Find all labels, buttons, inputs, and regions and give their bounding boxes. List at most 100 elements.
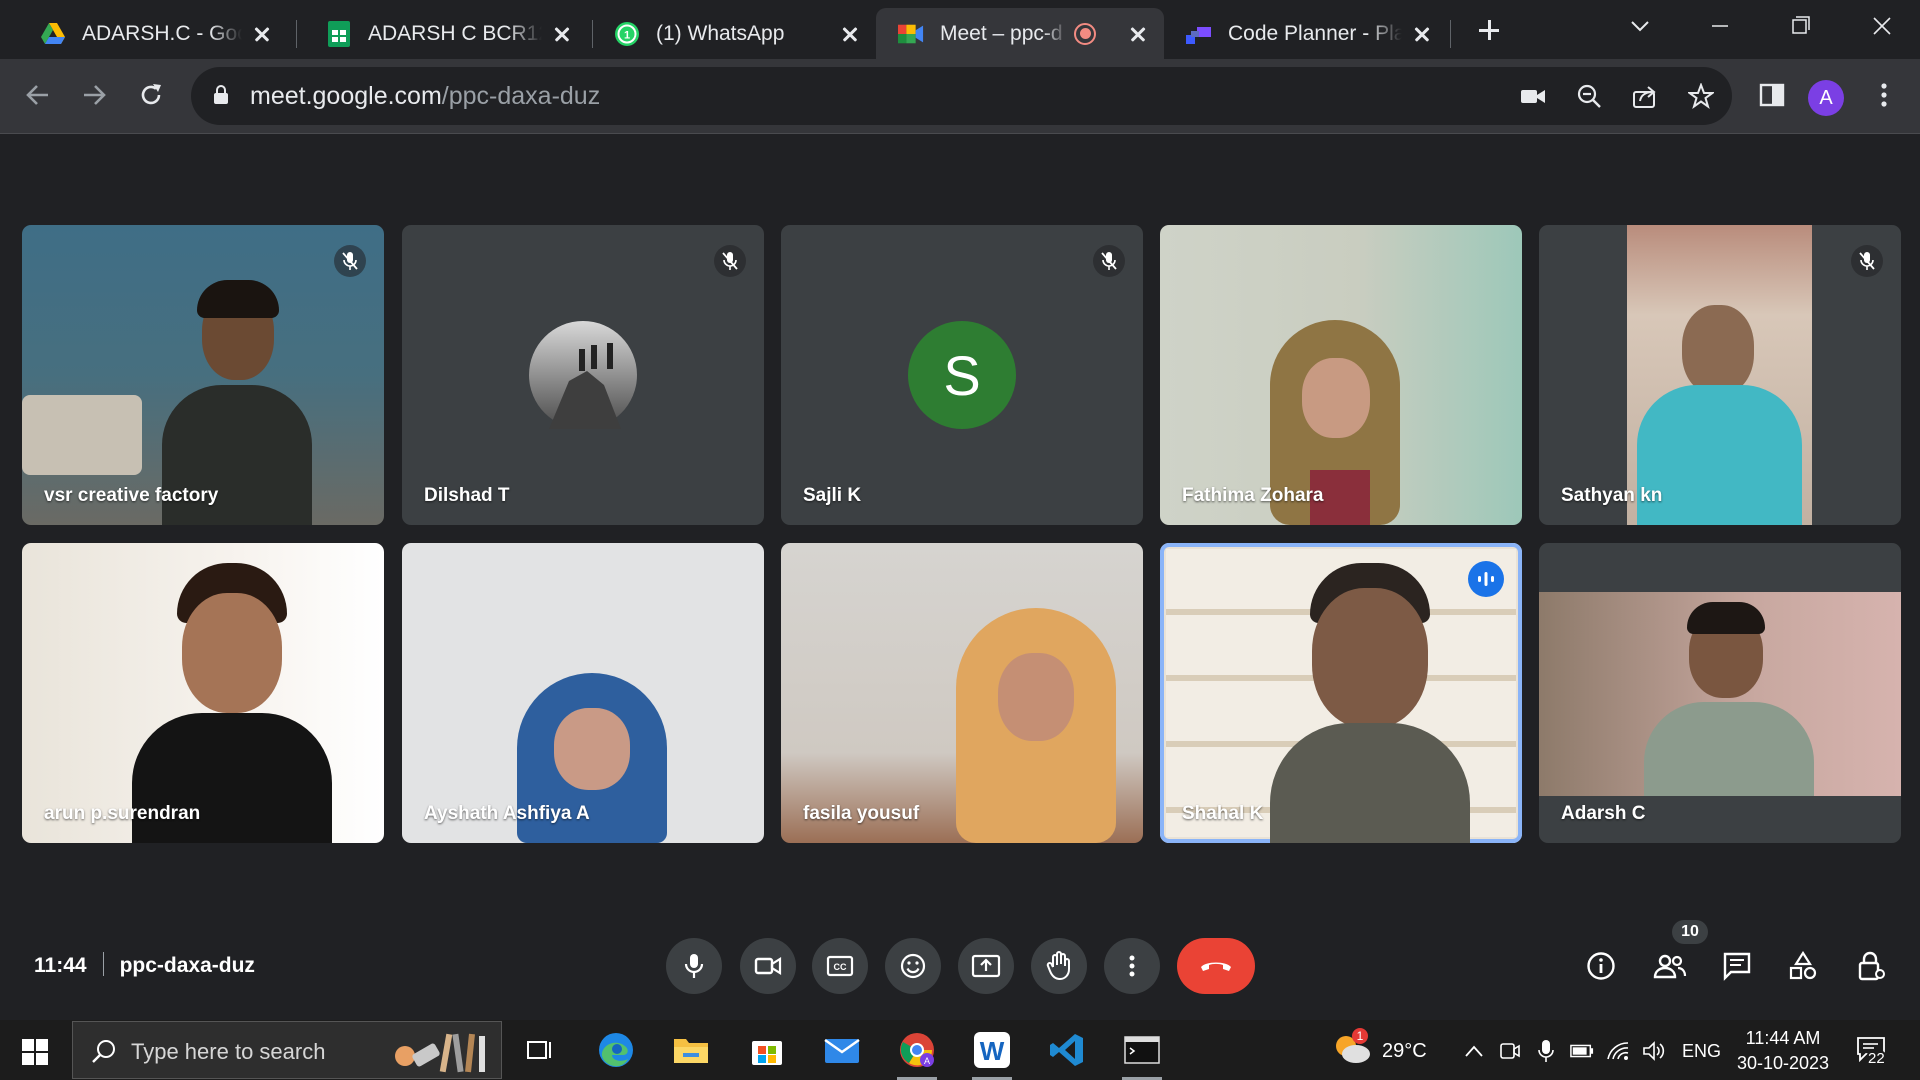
letter-avatar: S xyxy=(908,321,1016,429)
new-tab-plus-icon[interactable] xyxy=(1473,14,1505,46)
more-options-button[interactable] xyxy=(1104,938,1160,994)
participant-tile[interactable]: S Sajli K xyxy=(781,225,1143,525)
chrome-taskbar-icon[interactable]: A xyxy=(893,1026,941,1080)
windows-start-icon[interactable] xyxy=(22,1039,48,1070)
code-planner-icon xyxy=(1186,21,1212,47)
svg-text:W: W xyxy=(980,1036,1005,1066)
tab-code-planner[interactable]: Code Planner - Pla xyxy=(1164,8,1448,59)
microphone-tray-icon[interactable] xyxy=(1534,1039,1558,1063)
participant-name: Sathyan kn xyxy=(1561,485,1663,506)
zoom-out-icon[interactable] xyxy=(1573,80,1605,112)
people-icon[interactable] xyxy=(1650,946,1690,986)
side-panel-icon[interactable] xyxy=(1752,75,1792,115)
file-explorer-icon[interactable] xyxy=(667,1026,715,1074)
tab-whatsapp[interactable]: 1 (1) WhatsApp xyxy=(592,8,876,59)
back-arrow-icon[interactable] xyxy=(18,75,58,115)
restore-icon[interactable] xyxy=(1780,10,1820,42)
tab-close-icon[interactable] xyxy=(550,22,574,46)
participant-tile[interactable]: vsr creative factory xyxy=(22,225,384,525)
tab-title: ADARSH C BCR12 xyxy=(368,21,542,45)
tab-title: ADARSH.C - Goog xyxy=(82,21,242,45)
reactions-button[interactable] xyxy=(885,938,941,994)
speaking-indicator-icon xyxy=(1468,561,1504,597)
taskbar-clock[interactable]: 11:44 AM 30-10-2023 xyxy=(1730,1024,1836,1076)
weather-alert-badge: 1 xyxy=(1352,1028,1368,1044)
task-view-icon[interactable] xyxy=(516,1026,564,1074)
host-controls-lock-icon[interactable] xyxy=(1851,946,1891,986)
participant-tile[interactable]: fasila yousuf xyxy=(781,543,1143,843)
bookmark-star-icon[interactable] xyxy=(1685,80,1717,112)
tab-search-chevron-down-icon[interactable] xyxy=(1620,10,1660,42)
show-hidden-icons-chevron-up-icon[interactable] xyxy=(1462,1039,1486,1063)
participant-tile-active-speaker[interactable]: Shahal K xyxy=(1160,543,1522,843)
address-bar[interactable]: meet.google.com/ppc-daxa-duz xyxy=(191,67,1732,125)
notification-center-icon[interactable]: 22 xyxy=(1856,1036,1890,1067)
meeting-code: ppc-daxa-duz xyxy=(119,954,255,977)
tab-close-icon[interactable] xyxy=(1410,22,1434,46)
search-highlight-tools-icon xyxy=(391,1028,495,1079)
minimize-icon[interactable] xyxy=(1700,10,1740,42)
tab-divider xyxy=(296,20,297,48)
share-icon[interactable] xyxy=(1629,80,1661,112)
wifi-icon[interactable] xyxy=(1606,1039,1630,1063)
weather-temperature: 29°C xyxy=(1382,1040,1427,1062)
close-window-icon[interactable] xyxy=(1862,10,1902,42)
tab-google-meet[interactable]: Meet – ppc-d xyxy=(876,8,1164,59)
captions-button[interactable]: CC xyxy=(812,938,868,994)
whatsapp-icon: 1 xyxy=(614,21,640,47)
edge-browser-icon[interactable] xyxy=(592,1026,640,1074)
google-drive-icon xyxy=(40,21,66,47)
participant-tile[interactable]: Adarsh C xyxy=(1539,543,1901,843)
tab-divider xyxy=(1450,20,1451,48)
profile-photo-avatar xyxy=(529,321,637,429)
terminal-icon[interactable] xyxy=(1118,1026,1166,1080)
leave-call-button[interactable] xyxy=(1177,938,1255,994)
participant-name: Shahal K xyxy=(1182,803,1264,824)
weather-widget[interactable]: 1 29°C xyxy=(1332,1028,1432,1070)
mic-muted-icon xyxy=(714,245,746,277)
input-language[interactable]: ENG xyxy=(1682,1041,1721,1062)
taskbar-search-box[interactable]: Type here to search xyxy=(72,1021,502,1079)
participant-tile[interactable]: Dilshad T xyxy=(402,225,764,525)
tab-close-icon[interactable] xyxy=(1126,22,1150,46)
meeting-details-info-icon[interactable] xyxy=(1581,946,1621,986)
reload-icon[interactable] xyxy=(131,75,171,115)
forward-arrow-icon[interactable] xyxy=(74,75,114,115)
meeting-time: 11:44 xyxy=(34,954,87,977)
raise-hand-button[interactable] xyxy=(1031,938,1087,994)
mic-muted-icon xyxy=(1851,245,1883,277)
participant-name: Fathima Zohara xyxy=(1182,485,1324,506)
mic-muted-icon xyxy=(334,245,366,277)
participant-tile[interactable]: Fathima Zohara xyxy=(1160,225,1522,525)
camera-button[interactable] xyxy=(740,938,796,994)
activities-icon[interactable] xyxy=(1783,946,1823,986)
profile-avatar[interactable]: A xyxy=(1808,80,1844,116)
volume-icon[interactable] xyxy=(1642,1039,1666,1063)
clock-date: 30-10-2023 xyxy=(1736,1053,1830,1073)
participant-tile[interactable]: Ayshath Ashfiya A xyxy=(402,543,764,843)
browser-tab-strip: ADARSH.C - Goog ADARSH C BCR12 1 (1) Wha… xyxy=(0,0,1920,59)
participant-count-badge: 10 xyxy=(1672,920,1708,944)
camera-in-use-icon[interactable] xyxy=(1517,80,1549,112)
participant-video xyxy=(1270,563,1470,843)
tab-title: Meet – ppc-d xyxy=(940,21,1063,45)
microphone-button[interactable] xyxy=(666,938,722,994)
tab-title: (1) WhatsApp xyxy=(656,21,785,45)
word-web-icon[interactable]: W xyxy=(968,1026,1016,1080)
present-screen-button[interactable] xyxy=(958,938,1014,994)
participant-tile[interactable]: arun p.surendran xyxy=(22,543,384,843)
battery-icon[interactable] xyxy=(1570,1039,1594,1063)
chrome-menu-icon[interactable] xyxy=(1864,75,1904,115)
mic-muted-icon xyxy=(1093,245,1125,277)
vscode-icon[interactable] xyxy=(1043,1026,1091,1074)
tab-google-sheets[interactable]: ADARSH C BCR12 xyxy=(304,8,588,59)
meet-now-icon[interactable] xyxy=(1498,1039,1522,1063)
participant-tile[interactable]: Sathyan kn xyxy=(1539,225,1901,525)
lock-icon[interactable] xyxy=(213,84,229,111)
tab-close-icon[interactable] xyxy=(838,22,862,46)
microsoft-store-icon[interactable] xyxy=(743,1026,791,1074)
chat-icon[interactable] xyxy=(1717,946,1757,986)
tab-close-icon[interactable] xyxy=(250,22,274,46)
mail-icon[interactable] xyxy=(818,1026,866,1074)
tab-google-drive[interactable]: ADARSH.C - Goog xyxy=(18,8,288,59)
